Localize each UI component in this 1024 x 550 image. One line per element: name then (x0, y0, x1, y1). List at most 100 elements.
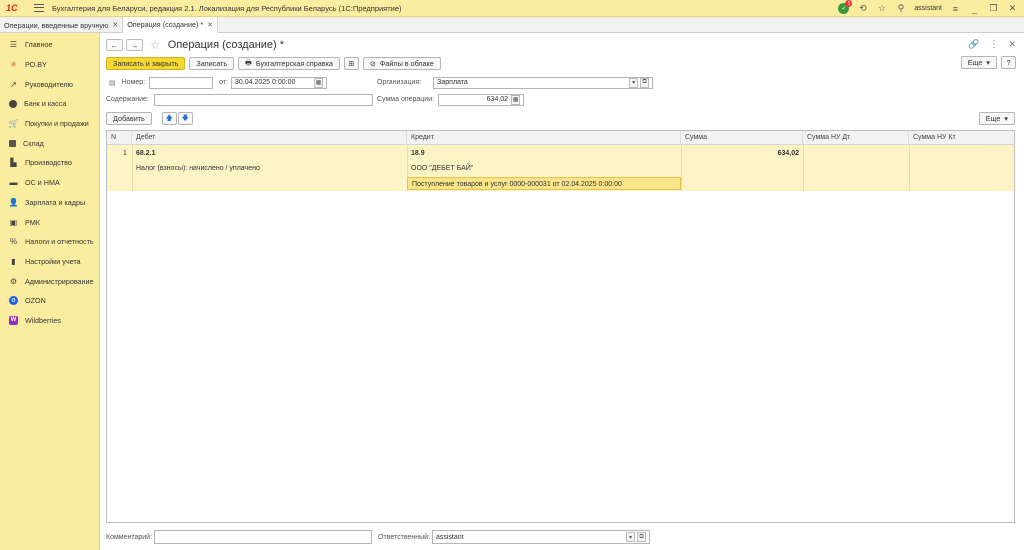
button-label: Файлы в облаке (379, 59, 434, 68)
chevron-down-icon[interactable]: ▾ (629, 77, 639, 88)
move-up-button[interactable]: 🡅 (161, 112, 177, 125)
notifications-icon[interactable]: ✓ 1 (838, 0, 853, 14)
trend-icon: ↗ (10, 79, 17, 89)
organization-label: Организация: (377, 79, 422, 86)
help-button[interactable]: ? (1001, 56, 1016, 69)
number-field[interactable] (149, 76, 214, 89)
sum-field[interactable]: 634,02 ▦ (438, 93, 525, 106)
add-row-button[interactable]: Добавить (106, 112, 152, 125)
sidebar-item-purchases[interactable]: 🛒 Покупки и продажи (0, 114, 99, 134)
sidebar-item-bank[interactable]: Банк и касса (0, 94, 99, 114)
table-row[interactable]: 1 68.2.1 Налог (взносы): начислено / упл… (107, 145, 1014, 191)
debit-subconto-1[interactable]: Налог (взносы): начислено / уплачено (132, 161, 260, 175)
tab-operation-create[interactable]: Операция (создание) * ✕ (123, 17, 219, 33)
wildberries-icon: W (9, 315, 18, 325)
sidebar-item-production[interactable]: ▙ Производство (0, 153, 99, 173)
settings-menu-icon[interactable]: ≡ (950, 3, 961, 14)
content-field[interactable] (153, 93, 373, 106)
open-link-icon[interactable]: ⧉ (640, 77, 650, 88)
sidebar-item-rmk[interactable]: ▣ РМК (0, 212, 99, 232)
more-actions-icon[interactable]: ⋮ (989, 39, 998, 50)
main-menu-icon[interactable] (34, 4, 44, 12)
sidebar-item-label: Главное (25, 40, 53, 50)
link-icon[interactable]: 🔗 (968, 39, 979, 50)
close-tab-icon[interactable]: ✕ (112, 21, 118, 29)
operation-form: ← → ☆ Операция (создание) * 🔗 ⋮ ✕ Записа… (101, 33, 1024, 550)
sidebar-item-main[interactable]: ☰ Главное (0, 35, 99, 55)
calculator-icon[interactable]: ▦ (511, 94, 521, 105)
organization-field[interactable]: Зарплата ▾ ⧉ (433, 76, 654, 89)
structure-button[interactable]: ⊞ (343, 57, 359, 70)
calendar-icon[interactable]: ▦ (314, 77, 324, 88)
column-header-sum-nu-kt[interactable]: Сумма НУ Кт (909, 131, 1014, 145)
back-button[interactable]: ← (106, 39, 123, 51)
search-icon[interactable]: ⚲ (895, 3, 906, 14)
credit-subconto-2-active[interactable]: Поступление товаров и услуг 0000-000031 … (407, 177, 681, 190)
sum-value: 634,02 (486, 96, 509, 103)
column-header-sum-nu-dt[interactable]: Сумма НУ Дт (803, 131, 909, 145)
favorites-icon[interactable]: ☆ (876, 3, 887, 14)
sidebar-item-roby[interactable]: ✳ РО.BY (0, 55, 99, 75)
factory-icon: ▙ (10, 158, 17, 168)
column-header-debit[interactable]: Дебет (132, 131, 407, 145)
sidebar-item-administration[interactable]: ⚙ Администрирование (0, 271, 99, 291)
favorite-star-icon[interactable]: ☆ (150, 38, 161, 52)
content-label: Содержание: (106, 96, 149, 103)
sidebar-item-label: Производство (25, 158, 72, 168)
open-link-icon[interactable]: ⧉ (636, 532, 646, 542)
chevron-down-icon[interactable]: ▾ (625, 532, 635, 542)
sidebar-item-label: Склад (23, 138, 44, 148)
restore-icon[interactable]: ❐ (988, 3, 999, 14)
open-windows-bar: Операции, введенные вручную ✕ Операция (… (0, 17, 1024, 33)
sum-value-cell[interactable]: 634,02 (681, 146, 803, 160)
column-header-credit[interactable]: Кредит (407, 131, 681, 145)
chevron-down-icon: ▾ (1004, 114, 1008, 123)
sidebar-item-warehouse[interactable]: Склад (0, 133, 99, 153)
sidebar-item-ozon[interactable]: O OZON (0, 291, 99, 311)
cloud-files-button[interactable]: ⊘ Файлы в облаке (362, 57, 441, 70)
button-label: Бухгалтерская справка (255, 59, 333, 68)
more-button[interactable]: Еще ▾ (960, 56, 997, 69)
organization-value: Зарплата (437, 79, 468, 86)
printer-icon: 🖶 (245, 58, 252, 67)
credit-account[interactable]: 18.9 (407, 146, 425, 160)
notification-count: 1 (845, 0, 853, 7)
sidebar-item-fixed-assets[interactable]: ▬ ОС и НМА (0, 173, 99, 193)
comment-label: Комментарий: (106, 533, 153, 541)
warehouse-icon (9, 139, 16, 147)
minimize-icon[interactable]: _ (969, 3, 980, 14)
sidebar-item-label: OZON (25, 296, 46, 306)
title-bar: 1С Бухгалтерия для Беларуси, редакция 2.… (0, 0, 1024, 17)
responsible-field[interactable]: assistant ▾ ⧉ (431, 530, 650, 544)
sidebar-item-label: РМК (25, 217, 40, 227)
tab-manual-operations[interactable]: Операции, введенные вручную ✕ (0, 17, 124, 33)
truck-icon: ▬ (9, 178, 18, 188)
save-and-close-button[interactable]: Записать и закрыть (106, 57, 186, 70)
forward-button[interactable]: → (126, 39, 143, 51)
column-header-n[interactable]: N (107, 131, 132, 145)
comment-field[interactable] (154, 530, 373, 544)
tab-label: Операция (создание) * (127, 20, 204, 29)
sidebar-item-payroll[interactable]: 👤 Зарплата и кадры (0, 193, 99, 213)
move-down-button[interactable]: 🡇 (177, 112, 193, 125)
user-name[interactable]: assistant (914, 5, 942, 12)
column-header-sum[interactable]: Сумма (681, 131, 803, 145)
close-icon[interactable]: ✕ (1007, 3, 1018, 14)
save-button[interactable]: Записать (189, 57, 235, 70)
entries-table[interactable]: N Дебет Кредит Сумма Сумма НУ Дт Сумма Н… (106, 130, 1015, 523)
date-field[interactable]: 30.04.2025 0:00:00 ▦ (231, 76, 328, 89)
debit-account[interactable]: 68.2.1 (132, 146, 155, 160)
sidebar-item-accounting-settings[interactable]: ▮ Настройки учета (0, 252, 99, 272)
accounting-reference-button[interactable]: 🖶 Бухгалтерская справка (238, 57, 340, 70)
cart-icon: 🛒 (8, 119, 19, 129)
history-icon[interactable]: ⟲ (857, 3, 868, 14)
sidebar-item-director[interactable]: ↗ Руководителю (0, 74, 99, 94)
close-tab-icon[interactable]: ✕ (207, 21, 213, 29)
credit-subconto-1[interactable]: ООО "ДЕБЕТ БАЙ" (407, 161, 473, 175)
sidebar-item-wildberries[interactable]: W Wildberries (0, 311, 99, 331)
sidebar-item-taxes[interactable]: % Налоги и отчетность (0, 232, 99, 252)
number-icon: ▤ (109, 79, 116, 87)
table-more-button[interactable]: Еще ▾ (978, 112, 1015, 125)
sidebar-item-label: Администрирование (25, 276, 94, 286)
close-form-icon[interactable]: ✕ (1008, 39, 1016, 50)
